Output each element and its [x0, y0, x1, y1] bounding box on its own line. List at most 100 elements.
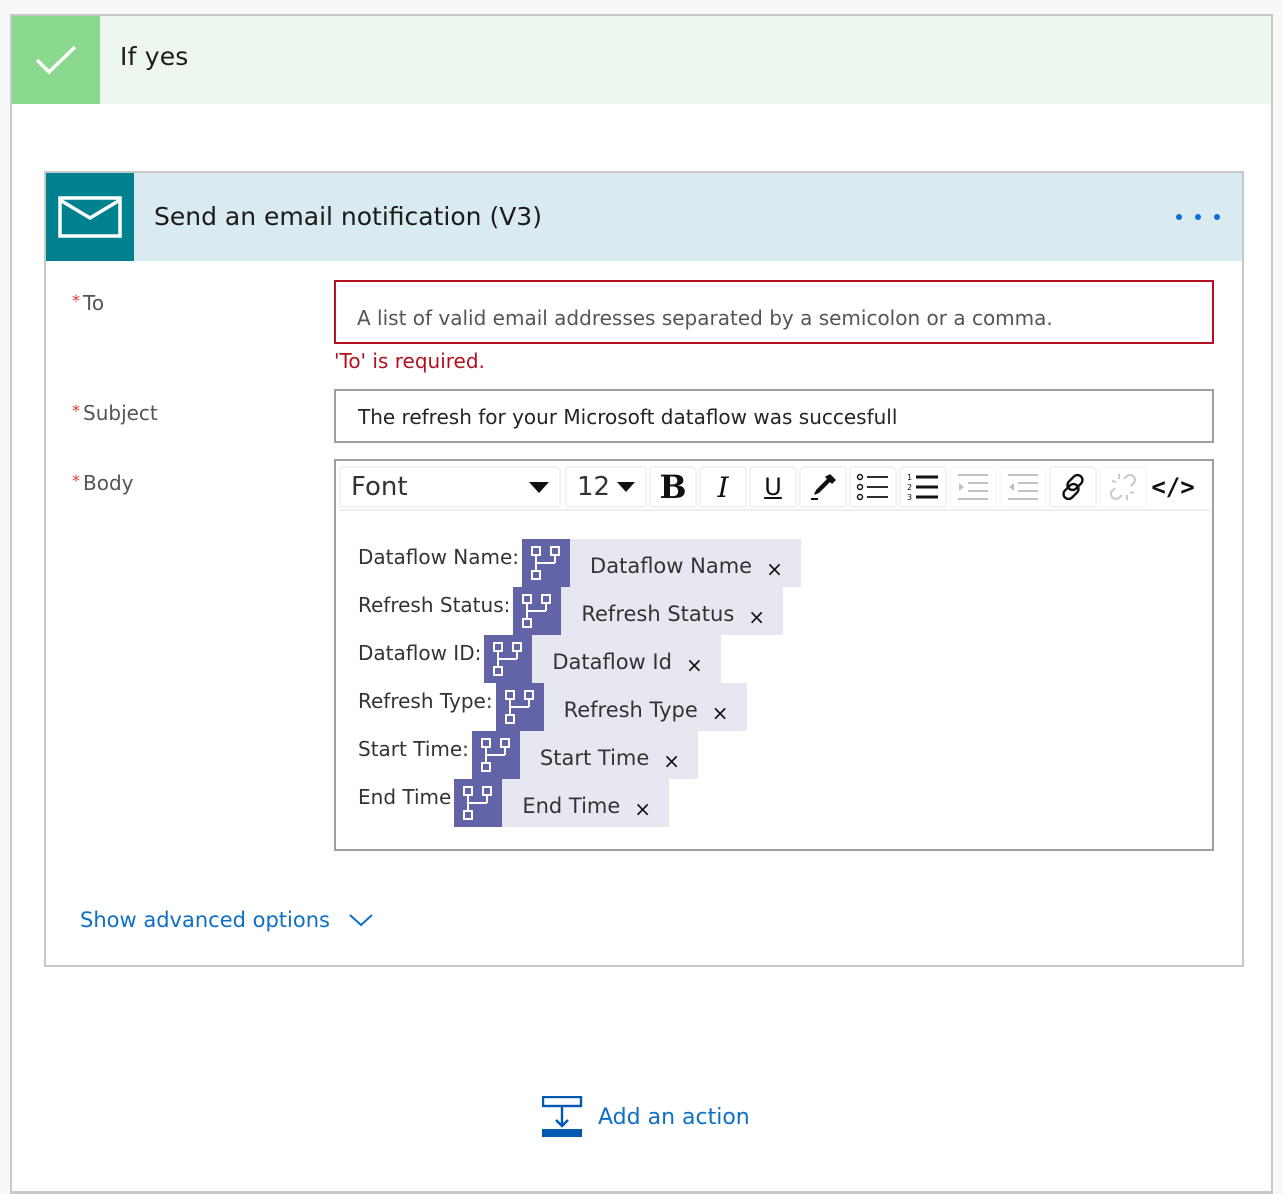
outdent-icon	[1008, 474, 1038, 500]
remove-token-icon[interactable]: ×	[663, 743, 680, 773]
dataflow-icon	[522, 539, 571, 587]
subject-field[interactable]: The refresh for your Microsoft dataflow …	[334, 389, 1214, 443]
token-body: Start Time ×	[519, 731, 699, 779]
add-an-action-button[interactable]: Add an action	[542, 1096, 750, 1138]
body-content[interactable]: Dataflow Name: Dataflow Name × Refresh Stat…	[358, 539, 801, 827]
dynamic-content-token[interactable]: End Time ×	[454, 779, 670, 827]
dataflow-icon	[513, 587, 562, 635]
condition-branch-yes: If yes Send an email notification (V3) *…	[10, 14, 1273, 1194]
body-label-text: Body	[83, 471, 134, 495]
subject-label: * Subject	[72, 401, 158, 425]
mail-icon	[46, 173, 134, 261]
token-label: Dataflow Id	[552, 650, 672, 674]
unlink-icon	[1110, 474, 1136, 500]
body-line: Dataflow ID: Dataflow Id ×	[358, 635, 801, 683]
to-field[interactable]: A list of valid email addresses separate…	[334, 280, 1214, 344]
decrease-indent-button[interactable]	[999, 466, 1047, 508]
more-options-icon[interactable]	[1176, 203, 1220, 231]
body-line-label: Dataflow Name:	[358, 545, 520, 569]
token-label: Refresh Type	[563, 698, 698, 722]
to-error-message: 'To' is required.	[334, 349, 485, 373]
body-line-label: Start Time:	[358, 737, 469, 761]
body-line: Start Time: Start Time ×	[358, 731, 801, 779]
remove-token-icon[interactable]: ×	[748, 599, 765, 629]
add-an-action-label: Add an action	[598, 1104, 750, 1130]
body-line: Refresh Type: Refresh Type ×	[358, 683, 801, 731]
bulleted-list-icon	[856, 473, 888, 501]
remove-token-icon[interactable]: ×	[634, 791, 651, 821]
rich-text-toolbar: Font 12 B I U 123 </>	[339, 465, 1211, 511]
link-icon	[1062, 473, 1084, 501]
body-line: End Time End Time ×	[358, 779, 801, 827]
bold-button[interactable]: B	[649, 466, 697, 508]
insert-link-button[interactable]	[1049, 466, 1097, 508]
dynamic-content-token[interactable]: Dataflow Name ×	[522, 539, 801, 587]
indent-icon	[958, 474, 988, 500]
code-icon: </>	[1151, 473, 1195, 501]
to-label: * To	[72, 291, 104, 315]
dataflow-icon	[471, 731, 520, 779]
to-label-text: To	[83, 291, 105, 315]
dataflow-icon	[495, 683, 544, 731]
remove-token-icon[interactable]: ×	[766, 551, 783, 581]
token-label: Dataflow Name	[590, 554, 753, 578]
token-label: End Time	[522, 794, 621, 818]
token-label: Refresh Status	[581, 602, 735, 626]
token-body: Dataflow Id ×	[532, 635, 721, 683]
italic-button[interactable]: I	[699, 466, 747, 508]
svg-text:3: 3	[907, 493, 912, 502]
chevron-down-icon	[617, 482, 635, 492]
chevron-down-icon	[349, 914, 373, 927]
body-line-label: Refresh Type:	[358, 689, 493, 713]
text-color-button[interactable]	[799, 466, 847, 508]
action-title: Send an email notification (V3)	[154, 202, 542, 231]
body-editor[interactable]: Font 12 B I U 123 </> Dataflow Name: Dat…	[334, 459, 1214, 851]
font-select-value: Font	[351, 472, 408, 502]
font-select[interactable]: Font	[339, 466, 561, 508]
body-line: Dataflow Name: Dataflow Name ×	[358, 539, 801, 587]
body-line-label: Dataflow ID:	[358, 641, 482, 665]
show-advanced-options-link[interactable]: Show advanced options	[80, 908, 374, 932]
numbered-list-icon: 123	[907, 473, 938, 502]
remove-token-icon[interactable]: ×	[686, 647, 703, 677]
body-line-label: Refresh Status:	[358, 593, 511, 617]
remove-link-button[interactable]	[1099, 466, 1147, 508]
svg-text:1: 1	[907, 473, 912, 482]
required-marker: *	[72, 291, 80, 310]
underline-button[interactable]: U	[749, 466, 797, 508]
code-view-button[interactable]: </>	[1149, 466, 1197, 508]
dynamic-content-token[interactable]: Refresh Type ×	[495, 683, 747, 731]
body-label: * Body	[72, 471, 134, 495]
token-label: Start Time	[539, 746, 650, 770]
subject-label-text: Subject	[83, 401, 158, 425]
remove-token-icon[interactable]: ×	[712, 695, 729, 725]
condition-title: If yes	[120, 42, 189, 71]
action-header[interactable]: Send an email notification (V3)	[46, 173, 1242, 261]
svg-text:2: 2	[907, 483, 912, 492]
token-body: Refresh Status ×	[561, 587, 784, 635]
token-body: Refresh Type ×	[543, 683, 747, 731]
dataflow-icon	[454, 779, 503, 827]
chevron-down-icon	[529, 481, 549, 493]
numbered-list-button[interactable]: 123	[899, 466, 947, 508]
required-marker: *	[72, 471, 80, 490]
show-advanced-options-label: Show advanced options	[80, 908, 330, 932]
increase-indent-button[interactable]	[949, 466, 997, 508]
font-size-select[interactable]: 12	[565, 466, 647, 508]
dynamic-content-token[interactable]: Refresh Status ×	[513, 587, 784, 635]
dynamic-content-token[interactable]: Dataflow Id ×	[484, 635, 721, 683]
body-line: Refresh Status: Refresh Status ×	[358, 587, 801, 635]
condition-header[interactable]: If yes	[12, 16, 1271, 104]
font-size-value: 12	[577, 472, 611, 502]
add-action-icon	[542, 1096, 583, 1137]
token-body: Dataflow Name ×	[570, 539, 801, 587]
required-marker: *	[72, 401, 80, 420]
dataflow-icon	[484, 635, 533, 683]
body-line-label: End Time	[358, 785, 452, 809]
color-picker-icon	[811, 474, 836, 500]
bulleted-list-button[interactable]	[849, 466, 897, 508]
dynamic-content-token[interactable]: Start Time ×	[471, 731, 699, 779]
bold-icon: B	[659, 468, 687, 506]
checkmark-icon	[12, 16, 100, 104]
email-action-card: Send an email notification (V3) * To A li…	[44, 171, 1244, 967]
